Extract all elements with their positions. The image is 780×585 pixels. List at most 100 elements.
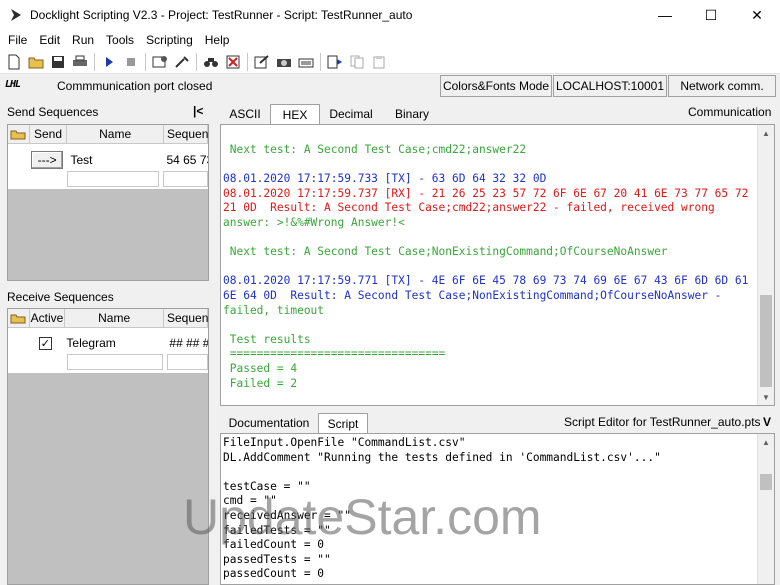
edit-sequence-icon[interactable] (251, 52, 273, 72)
save-icon[interactable] (47, 52, 69, 72)
comm-log-line: 6E 64 0D Result: A Second Test Case;NonE… (223, 288, 722, 302)
col-header-name[interactable]: Name (65, 309, 164, 328)
menu-run[interactable]: Run (66, 33, 100, 47)
run-icon[interactable] (98, 52, 120, 72)
scroll-up-icon[interactable]: ▲ (758, 434, 774, 450)
scroll-thumb[interactable] (760, 474, 772, 490)
script-line: failedCount = 0 (223, 538, 325, 552)
comm-log-line (223, 158, 756, 173)
send-button[interactable]: ---> (30, 151, 64, 169)
tab-binary[interactable]: Binary (382, 104, 442, 124)
comm-log-line: 08.01.2020 17:17:59.737 [RX] - 21 26 25 … (223, 186, 749, 200)
comm-log-line: 08.01.2020 17:17:59.771 [TX] - 4E 6F 6E … (223, 274, 749, 288)
print-icon[interactable] (69, 52, 91, 72)
colors-fonts-mode-indicator[interactable]: Colors&Fonts Mode (440, 75, 552, 97)
script-editor[interactable]: FileInput.OpenFile "CommandList.csv" DL.A… (220, 433, 775, 585)
communication-window[interactable]: Next test: A Second Test Case;cmd22;answ… (220, 124, 775, 406)
empty-sequence-cell[interactable] (163, 171, 208, 187)
script-line: passedCount = 0 (223, 567, 325, 581)
network-comm-indicator[interactable]: Network comm. (668, 75, 776, 97)
menu-tools[interactable]: Tools (100, 33, 140, 47)
comm-tabs: ASCII HEX Decimal Binary (220, 104, 442, 124)
script-run-icon[interactable] (324, 52, 346, 72)
keyboard-icon[interactable] (295, 52, 317, 72)
col-header-sequence[interactable]: Sequen (164, 309, 208, 328)
comm-log-line: ================================ (223, 347, 446, 361)
comm-log-line (223, 318, 756, 333)
paste-icon[interactable] (368, 52, 390, 72)
find-icon[interactable] (200, 52, 222, 72)
tab-hex[interactable]: HEX (270, 104, 320, 124)
table-row: ✓ Telegram ## ## # (8, 334, 208, 352)
script-tabs: Documentation Script (220, 413, 368, 433)
active-checkbox[interactable]: ✓ (38, 336, 52, 350)
scroll-thumb[interactable] (760, 295, 772, 387)
table-row-empty (8, 171, 208, 187)
col-header-name[interactable]: Name (67, 125, 164, 144)
menu-scripting[interactable]: Scripting (140, 33, 199, 47)
sequence-value[interactable]: 54 65 73 (163, 151, 208, 169)
tab-documentation[interactable]: Documentation (220, 413, 318, 433)
window-title: Docklight Scripting V2.3 - Project: Test… (30, 8, 413, 22)
docklight-app-icon (11, 9, 21, 21)
collapse-left-button[interactable]: |< (193, 104, 203, 118)
scroll-up-icon[interactable]: ▲ (758, 125, 774, 141)
close-button[interactable]: ✕ (734, 0, 780, 30)
scroll-down-icon[interactable]: ▼ (758, 389, 774, 405)
script-line: receivedAnswer = "" (223, 508, 351, 522)
comm-log-line: 08.01.2020 17:17:59.733 [TX] - 63 6D 64 … (223, 172, 547, 186)
script-scrollbar[interactable]: ▲ (757, 434, 774, 584)
comm-log-line: 21 0D Result: A Second Test Case;cmd22;a… (223, 201, 715, 215)
empty-name-cell[interactable] (67, 354, 164, 370)
grid-empty-area (8, 373, 208, 584)
script-line: failedTests = "" (223, 523, 331, 537)
toolbar-separator (196, 52, 197, 71)
options-icon[interactable] (171, 52, 193, 72)
grid-corner (8, 125, 30, 144)
snapshot-icon[interactable] (273, 52, 295, 72)
col-header-send[interactable]: Send (29, 125, 68, 144)
minimize-button[interactable]: — (642, 0, 688, 30)
menu-file[interactable]: File (2, 33, 33, 47)
comm-log-line: failed, timeout (223, 303, 325, 317)
grid-empty-area (8, 189, 208, 280)
copy-icon[interactable] (346, 52, 368, 72)
project-settings-icon[interactable] (149, 52, 171, 72)
script-editor-label: Script Editor for TestRunner_auto.pts (564, 415, 761, 429)
toolbar-separator (247, 52, 248, 71)
collapse-script-button[interactable]: V (763, 415, 771, 429)
script-line: passedTests = "" (223, 552, 331, 566)
sequence-name[interactable]: Telegram (66, 334, 166, 352)
menu-edit[interactable]: Edit (33, 33, 66, 47)
sequence-name[interactable]: Test (63, 151, 163, 169)
comm-log-line: Test results (223, 332, 311, 346)
port-status-text: Commmunication port closed (57, 79, 213, 93)
tab-ascii[interactable]: ASCII (220, 104, 270, 124)
stop-icon[interactable] (120, 52, 142, 72)
comm-log-line: Next test: A Second Test Case;cmd22;answ… (223, 143, 527, 156)
comm-log-line: Passed = 4 (223, 361, 298, 375)
receive-sequences-grid: Active Name Sequen ✓ Telegram ## ## # (7, 308, 209, 585)
empty-sequence-cell[interactable] (167, 354, 208, 370)
comm-scrollbar[interactable]: ▲ ▼ (757, 125, 774, 405)
toolbar (0, 50, 780, 74)
folder-icon (10, 314, 26, 324)
tab-decimal[interactable]: Decimal (320, 104, 382, 124)
clear-icon[interactable] (222, 52, 244, 72)
col-header-sequence[interactable]: Sequen (164, 125, 208, 144)
open-folder-icon[interactable] (25, 52, 47, 72)
host-indicator[interactable]: LOCALHOST:10001 (553, 75, 667, 97)
sequence-value[interactable]: ## ## # (166, 334, 208, 352)
comm-log-line (223, 260, 756, 275)
col-header-active[interactable]: Active (29, 309, 66, 328)
title-bar: Docklight Scripting V2.3 - Project: Test… (0, 0, 780, 30)
menu-help[interactable]: Help (199, 33, 236, 47)
menu-bar: File Edit Run Tools Scripting Help (0, 30, 780, 50)
new-file-icon[interactable] (3, 52, 25, 72)
script-code[interactable]: FileInput.OpenFile "CommandList.csv" DL.A… (223, 436, 661, 582)
grid-corner (8, 309, 30, 328)
script-line: FileInput.OpenFile "CommandList.csv" (223, 436, 466, 449)
empty-name-cell[interactable] (67, 171, 160, 187)
tab-script[interactable]: Script (318, 413, 368, 433)
maximize-button[interactable]: ☐ (688, 0, 734, 30)
